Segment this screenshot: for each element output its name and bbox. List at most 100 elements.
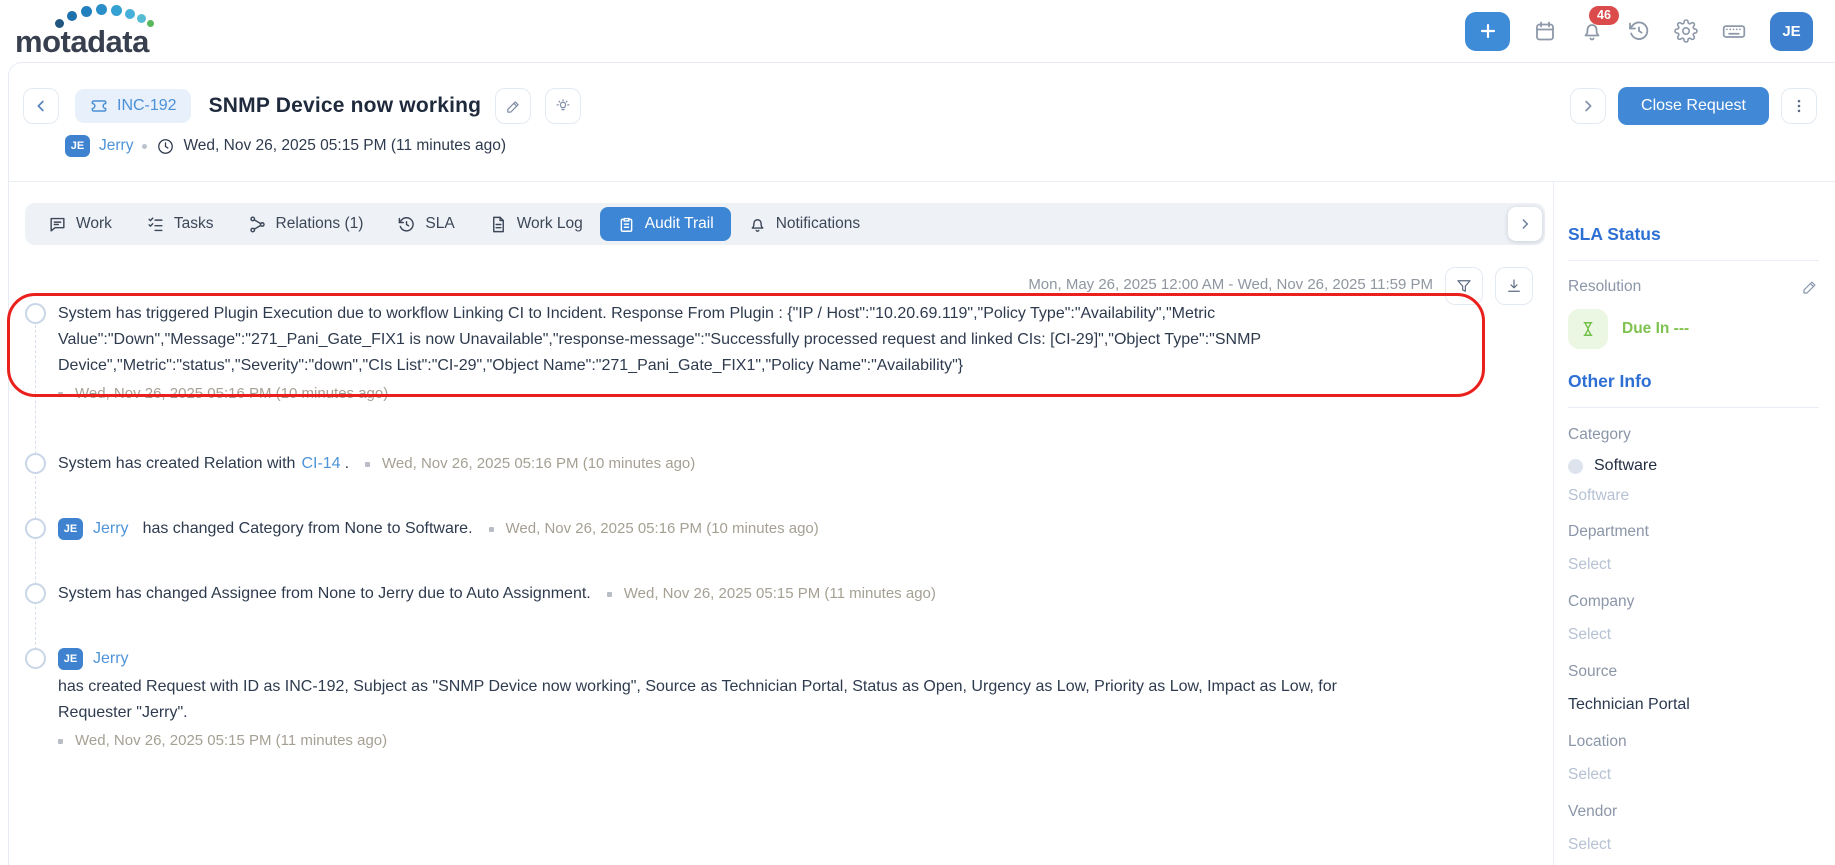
edit-resolution-icon[interactable] [1801,278,1819,296]
tab-sla[interactable]: SLA [380,207,471,241]
category-value-text: Software [1594,457,1657,475]
audit-entry-meta: Wed, Nov 26, 2025 05:16 PM (10 minutes a… [58,381,1458,407]
ticket-icon [89,96,109,116]
close-request-button[interactable]: Close Request [1618,87,1769,125]
audit-entry: System has triggered Plugin Execution du… [25,301,1545,407]
audit-entry-text: System has created Relation with [58,451,295,477]
category-path: Software [1568,487,1819,505]
requester-link[interactable]: Jerry [99,137,133,155]
timeline-bullet[interactable] [25,583,46,604]
notifications-button[interactable]: 46 [1580,19,1604,43]
ci-link[interactable]: CI-14 [301,451,340,477]
department-select[interactable]: Select [1568,555,1819,575]
chevron-right-icon [1517,216,1533,232]
suggestion-button[interactable] [545,88,581,124]
audit-entry-meta: Wed, Nov 26, 2025 05:15 PM (11 minutes a… [607,581,936,607]
create-new-button[interactable] [1465,12,1510,51]
source-value[interactable]: Technician Portal [1568,695,1819,715]
tab-scroll-right-button[interactable] [1508,207,1542,241]
other-info-heading: Other Info [1568,371,1819,392]
ticket-id: INC-192 [117,97,177,115]
keyboard-shortcuts-button[interactable] [1721,18,1747,44]
hourglass-chip [1568,309,1608,349]
company-select[interactable]: Select [1568,625,1819,645]
history-icon [1627,19,1651,43]
logo-dot [125,9,135,19]
tab-work[interactable]: Work [31,207,129,241]
more-options-button[interactable] [1781,88,1817,124]
timeline-bullet[interactable] [25,648,46,669]
audit-entry-meta: Wed, Nov 26, 2025 05:16 PM (10 minutes a… [489,516,819,542]
logo-text: motadata [15,25,149,59]
divider [1568,407,1819,408]
plus-icon [1477,20,1499,42]
logo-dot [81,6,92,17]
timestamp: Wed, Nov 26, 2025 05:16 PM (10 minutes a… [382,451,695,477]
download-icon [1505,277,1523,295]
tab-label: Notifications [776,215,860,233]
audit-entry-text: . [345,451,349,477]
request-header: INC-192 SNMP Device now working Close Re… [9,63,1835,181]
timestamp: Wed, Nov 26, 2025 05:15 PM (11 minutes a… [624,581,936,607]
details-sidebar: SLA Status Resolution Due In --- Other I… [1553,182,1835,865]
pencil-icon [505,98,522,115]
request-detail-card: INC-192 SNMP Device now working Close Re… [8,62,1835,865]
audit-entry-meta: Wed, Nov 26, 2025 05:15 PM (11 minutes a… [58,728,1358,754]
tab-notifications[interactable]: Notifications [731,207,877,241]
square-separator [607,592,612,597]
department-label: Department [1568,522,1819,542]
tab-bar: Work Tasks Relations (1) SLA Work Log [25,203,1545,245]
avatar-initials: JE [64,516,77,542]
audit-entry-meta: Wed, Nov 26, 2025 05:16 PM (10 minutes a… [365,451,695,477]
sla-history-icon [397,215,416,234]
requester-initials: JE [71,140,84,152]
square-separator [489,527,494,532]
top-navbar: motadata 46 JE [0,0,1835,62]
tab-work-log[interactable]: Work Log [472,207,600,241]
user-avatar[interactable]: JE [1770,12,1813,51]
sla-status-heading: SLA Status [1568,224,1819,245]
chevron-left-icon [32,97,50,115]
user-link[interactable]: Jerry [93,646,129,672]
chat-icon [48,215,67,234]
edit-title-button[interactable] [495,88,531,124]
calendar-button[interactable] [1533,19,1557,43]
audit-entry: System has changed Assignee from None to… [25,581,1545,607]
tab-audit-trail[interactable]: Audit Trail [600,207,731,241]
ticket-id-badge[interactable]: INC-192 [75,89,191,123]
tab-tasks[interactable]: Tasks [129,207,231,241]
tab-label: Tasks [174,215,214,233]
company-label: Company [1568,592,1819,612]
history-button[interactable] [1627,19,1651,43]
motadata-logo[interactable]: motadata [15,3,185,59]
user-avatar: JE [58,518,83,540]
square-separator [365,462,370,467]
calendar-icon [1533,19,1557,43]
tab-label: SLA [425,215,454,233]
main-panel: Work Tasks Relations (1) SLA Work Log [9,182,1553,865]
square-separator [58,392,63,397]
timestamp: Wed, Nov 26, 2025 05:16 PM (10 minutes a… [506,516,819,542]
relations-icon [248,215,267,234]
audit-entry: System has created Relation with CI-14 .… [25,451,1545,477]
kebab-menu-icon [1790,97,1808,115]
collapse-panel-button[interactable] [1570,88,1606,124]
category-value[interactable]: Software [1568,457,1819,475]
logo-dot [111,5,122,16]
timeline-bullet[interactable] [25,303,46,324]
bell-icon [748,215,767,234]
created-at: Wed, Nov 26, 2025 05:15 PM (11 minutes a… [156,137,506,156]
keyboard-icon [1721,18,1747,44]
user-link[interactable]: Jerry [93,516,129,542]
settings-button[interactable] [1674,19,1698,43]
timeline-bullet[interactable] [25,453,46,474]
location-select[interactable]: Select [1568,765,1819,785]
back-button[interactable] [23,88,59,124]
date-range-picker[interactable]: Mon, May 26, 2025 12:00 AM - Wed, Nov 26… [1028,276,1433,296]
audit-timeline: System has triggered Plugin Execution du… [25,299,1545,754]
audit-entry: JE Jerry has changed Category from None … [25,516,1545,542]
timeline-bullet[interactable] [25,518,46,539]
audit-entry-text: has created Request with ID as INC-192, … [58,674,1358,726]
vendor-select[interactable]: Select [1568,835,1819,855]
tab-relations[interactable]: Relations (1) [231,207,381,241]
